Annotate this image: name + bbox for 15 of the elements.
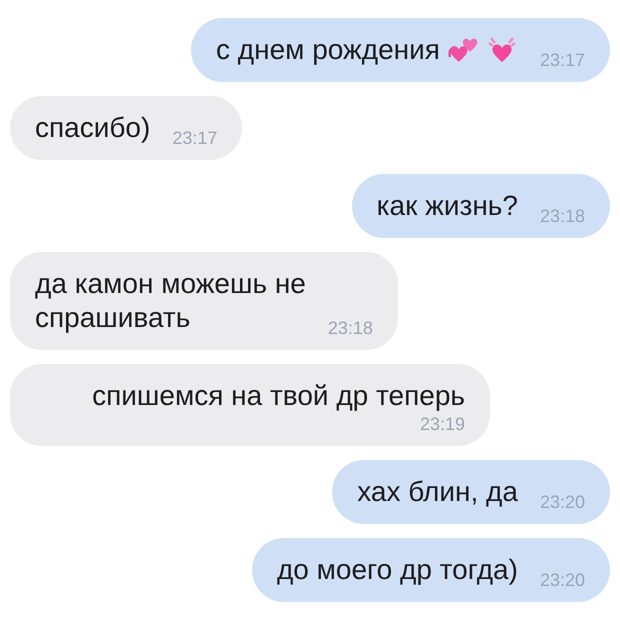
message-text: спасибо) [35, 111, 150, 145]
message-text: да камон можешь не [35, 267, 306, 301]
message-text: с днем рождения [216, 33, 440, 67]
message-time: 23:20 [540, 491, 585, 513]
message-time: 23:17 [172, 127, 218, 149]
message-time: 23:18 [328, 317, 373, 339]
message-time: 23:20 [540, 569, 585, 591]
message-text: как жизнь? [376, 189, 518, 223]
message-time: 23:19 [420, 413, 465, 435]
message-text: хах блин, да [357, 475, 518, 509]
message-text: спишемся на твой др теперь [92, 379, 465, 413]
message-text: до моего др тогда) [276, 553, 518, 587]
message-time: 23:17 [540, 49, 585, 71]
message-time: 23:18 [540, 205, 585, 227]
message-text: спрашивать [35, 301, 190, 335]
